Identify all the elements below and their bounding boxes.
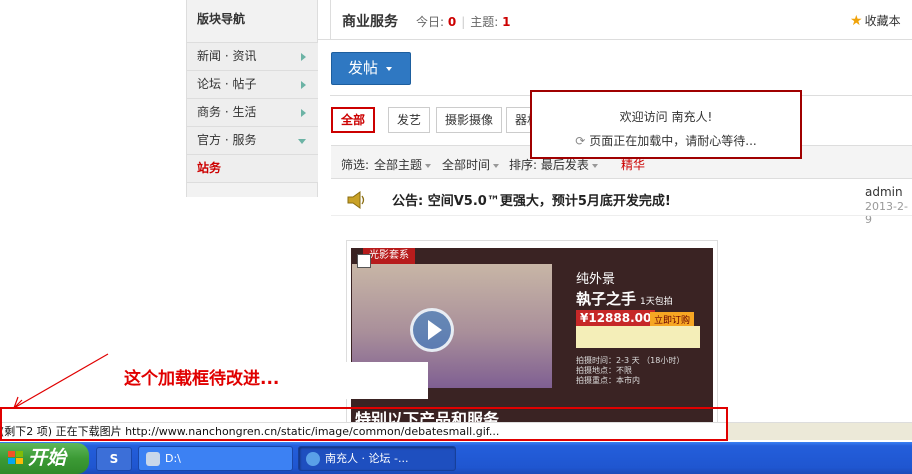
sidebar-item-site-affairs[interactable]: 站务: [187, 155, 318, 183]
chevron-right-icon: [301, 53, 306, 61]
topics-label: 主题:: [470, 15, 499, 29]
taskbar-item-browser[interactable]: 南充人 · 论坛 -...: [298, 446, 456, 471]
caret-down-icon: [591, 163, 598, 168]
filter-all-time-label: 全部时间: [442, 158, 491, 172]
drive-icon: [146, 452, 160, 466]
sidebar-list: 新闻 · 资讯 论坛 · 帖子 商务 · 生活 官方 · 服务 站务: [187, 42, 318, 183]
filter-all-topics[interactable]: 全部主题: [374, 156, 432, 173]
caret-down-icon: [425, 163, 432, 168]
status-bar-panel: [728, 423, 912, 440]
tab-all[interactable]: 全部: [331, 107, 376, 133]
tab-photography[interactable]: 摄影摄像: [436, 107, 503, 133]
filter-sort-label: 排序: 最后发表: [509, 158, 589, 172]
sidebar-title: 版块导航: [197, 12, 246, 26]
tab-hair[interactable]: 发艺: [388, 107, 431, 133]
ad-line1: 纯外景: [576, 272, 616, 287]
ad-line2: 執子之手 1天包拍: [576, 288, 673, 309]
sidebar-item-label: 新闻 · 资讯: [197, 49, 257, 63]
forum-nav-sidebar: 版块导航 新闻 · 资讯 论坛 · 帖子 商务 · 生活 官方 · 服务 站务: [186, 0, 318, 197]
today-count: 0: [447, 15, 457, 29]
ad-order-button[interactable]: 立即订购: [650, 312, 695, 327]
stats-divider: |: [461, 15, 466, 29]
today-label: 今日:: [416, 15, 445, 29]
play-icon[interactable]: [410, 308, 454, 352]
status-highlight-box: [0, 407, 728, 441]
sidebar-item-business[interactable]: 商务 · 生活: [187, 99, 318, 127]
sidebar-item-label: 站务: [197, 161, 222, 175]
post-date: 2013-2-9: [865, 200, 908, 226]
annotation-text: 这个加载框待改进...: [124, 369, 280, 389]
ad-info: 拍摄时间：2-3 天 （18小时） 拍摄地点：不限 拍摄重点：本市内: [576, 356, 685, 385]
caret-down-icon: [386, 66, 393, 71]
header-divider: [318, 0, 912, 40]
chevron-right-icon: [301, 109, 306, 117]
taskbar-item-label: 南充人 · 论坛 -...: [325, 452, 409, 465]
popup-loading-line: ⟳ 页面正在加载中，请耐心等待...: [532, 132, 800, 149]
sidebar-item-news[interactable]: 新闻 · 资讯: [187, 43, 318, 71]
post-author[interactable]: admin: [865, 185, 903, 199]
sidebar-item-official[interactable]: 官方 · 服务: [187, 127, 318, 155]
start-label: 开始: [28, 447, 67, 469]
taskbar-item-explorer[interactable]: D:\: [138, 446, 293, 471]
sidebar-item-label: 商务 · 生活: [197, 105, 257, 119]
announcement-speaker-icon: [347, 191, 365, 209]
browser-icon: [306, 452, 320, 466]
select-checkbox[interactable]: [357, 254, 371, 268]
topics-count: 1: [502, 15, 511, 29]
caret-down-icon: [493, 163, 500, 168]
taskbar: [0, 442, 912, 474]
sidebar-item-label: 官方 · 服务: [197, 133, 257, 147]
windows-logo-icon: [8, 451, 24, 466]
star-icon: ★: [850, 13, 863, 29]
popup-welcome: 欢迎访问 南充人!: [619, 110, 713, 124]
sidebar-item-forum[interactable]: 论坛 · 帖子: [187, 71, 318, 99]
announcement-title[interactable]: 公告: 空间V5.0™更强大，预计5月底开发完成!: [392, 190, 671, 209]
page-title: 商业服务: [342, 14, 398, 30]
notice-divider: [331, 215, 912, 216]
filter-all-time[interactable]: 全部时间: [442, 156, 500, 173]
taskbar-item-label: D:\: [165, 452, 181, 465]
favorite-link[interactable]: ★ 收藏本: [850, 12, 901, 29]
chevron-right-icon: [301, 81, 306, 89]
ad-price: ¥12888.00: [576, 310, 656, 326]
sidebar-item-label: 论坛 · 帖子: [197, 77, 257, 91]
favorite-label: 收藏本: [864, 14, 901, 28]
quick-launch-icon[interactable]: S: [96, 447, 132, 471]
header-separator: [330, 0, 331, 40]
new-post-label: 发帖: [348, 59, 379, 77]
ad-line2-small: 1天包拍: [640, 297, 673, 307]
filter-label: 筛选:: [341, 158, 370, 172]
popup-loading-text: 页面正在加载中，请耐心等待...: [589, 134, 757, 148]
chevron-down-icon: [298, 139, 306, 144]
ad-price-box: [576, 326, 700, 348]
refresh-icon: ⟳: [575, 134, 586, 148]
new-post-button[interactable]: 发帖: [331, 52, 411, 85]
filter-all-topics-label: 全部主题: [374, 158, 423, 172]
forum-stats: 今日: 0 | 主题: 1: [416, 13, 511, 30]
loading-popup: 欢迎访问 南充人! ⟳ 页面正在加载中，请耐心等待...: [530, 90, 802, 159]
ad-line2-text: 執子之手: [576, 290, 637, 308]
start-button[interactable]: 开始: [0, 443, 89, 474]
